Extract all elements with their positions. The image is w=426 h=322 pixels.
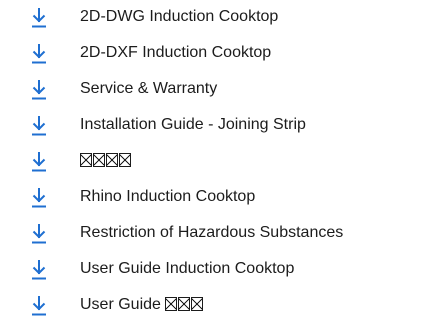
download-item[interactable]: 2D-DWG Induction Cooktop xyxy=(0,0,426,34)
missing-glyph-box xyxy=(119,153,131,167)
missing-glyph-box xyxy=(191,297,204,311)
missing-glyph-box xyxy=(106,153,118,167)
download-arrow-icon xyxy=(31,44,47,64)
missing-glyph-box xyxy=(165,297,178,311)
download-arrow-icon xyxy=(31,188,47,208)
download-label: 2D-DXF Induction Cooktop xyxy=(80,44,272,61)
download-arrow-icon xyxy=(31,8,47,28)
download-item[interactable] xyxy=(0,144,426,178)
download-item[interactable]: User Guide Induction Cooktop xyxy=(0,252,426,286)
download-label: Restriction of Hazardous Substances xyxy=(80,224,344,241)
download-label: Installation Guide - Joining Strip xyxy=(80,116,306,133)
download-item[interactable]: Restriction of Hazardous Substances xyxy=(0,216,426,250)
download-item[interactable]: Service & Warranty xyxy=(0,72,426,106)
download-item[interactable]: Installation Guide - Joining Strip xyxy=(0,108,426,142)
missing-glyph-box xyxy=(93,153,105,167)
download-item[interactable]: User Guide xyxy=(0,288,426,322)
download-label: User Guide xyxy=(80,295,204,315)
missing-glyph-box xyxy=(80,153,92,167)
download-item[interactable]: 2D-DXF Induction Cooktop xyxy=(0,36,426,70)
download-arrow-icon xyxy=(31,80,47,100)
download-label xyxy=(80,151,132,171)
download-arrow-icon xyxy=(31,296,47,316)
download-arrow-icon xyxy=(31,260,47,280)
download-item[interactable]: Rhino Induction Cooktop xyxy=(0,180,426,214)
download-label: Rhino Induction Cooktop xyxy=(80,188,256,205)
download-arrow-icon xyxy=(31,224,47,244)
download-arrow-icon xyxy=(31,116,47,136)
missing-glyph-box xyxy=(178,297,191,311)
download-label: 2D-DWG Induction Cooktop xyxy=(80,8,279,25)
download-label: User Guide Induction Cooktop xyxy=(80,260,295,277)
download-list: 2D-DWG Induction Cooktop 2D-DXF Induction… xyxy=(0,0,426,320)
download-arrow-icon xyxy=(31,152,47,172)
download-label: Service & Warranty xyxy=(80,80,218,97)
